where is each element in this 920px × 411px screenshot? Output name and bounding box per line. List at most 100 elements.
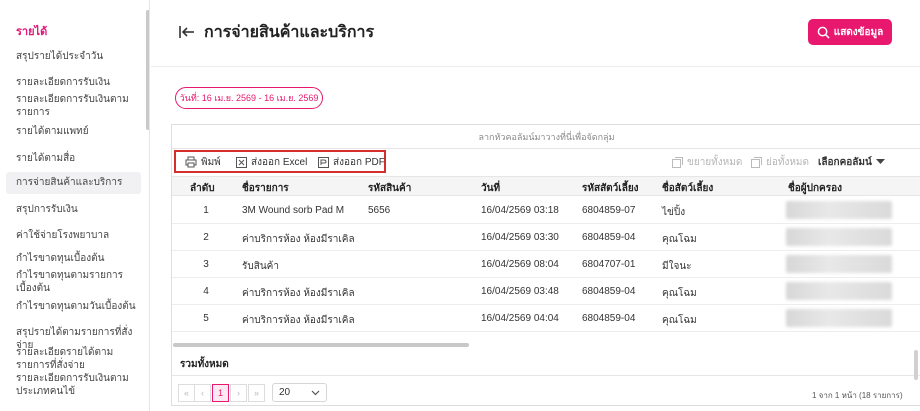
redacted-owner-name bbox=[786, 309, 892, 327]
redacted-owner-name bbox=[786, 282, 892, 300]
expand-all-button[interactable]: ขยายทั้งหมด bbox=[672, 155, 742, 169]
current-page-button[interactable]: 1 bbox=[212, 384, 229, 402]
date-range-chip[interactable]: วันที่: 16 เม.ย. 2569 - 16 เม.ย. 2569 bbox=[175, 87, 323, 109]
print-label: พิมพ์ bbox=[201, 156, 221, 168]
choose-columns-button[interactable]: เลือกคอลัมน์ bbox=[818, 155, 885, 169]
cell-pet-id: 6804859-07 bbox=[582, 205, 636, 216]
collapse-all-label: ย่อทั้งหมด bbox=[766, 156, 810, 168]
expand-all-label: ขยายทั้งหมด bbox=[687, 156, 743, 168]
cell-no: 5 bbox=[203, 313, 209, 324]
page-title: การจ่ายสินค้าและบริการ bbox=[204, 24, 375, 41]
table-row[interactable]: 3 รับสินค้า 16/04/2569 08:04 6804707-01 … bbox=[172, 251, 920, 278]
sidebar-item-payment-summary[interactable]: สรุปการรับเงิน bbox=[16, 203, 142, 216]
cell-item-name: รับสินค้า bbox=[242, 261, 279, 272]
summary-label: รวมทั้งหมด bbox=[180, 359, 229, 370]
data-grid: ลากหัวคอลัมน์มาวางที่นี่เพื่อจัดกลุ่ม พิ… bbox=[171, 124, 920, 406]
back-arrow-icon[interactable] bbox=[178, 23, 196, 41]
cell-pet-name: คุณโฉม bbox=[662, 315, 697, 326]
prev-page-button[interactable]: ‹ bbox=[194, 384, 211, 402]
cell-item-name: 3M Wound sorb Pad M bbox=[242, 205, 345, 216]
show-data-label: แสดงข้อมูล bbox=[833, 26, 884, 38]
cell-date: 16/04/2569 03:18 bbox=[481, 205, 559, 216]
cell-product-code: 5656 bbox=[368, 205, 391, 216]
cell-item-name: ค่าบริการห้อง ห้องมีราเคิล bbox=[242, 234, 355, 245]
sidebar-item-income-by-media[interactable]: รายได้ตามสื่อ bbox=[16, 152, 142, 165]
column-header-date[interactable]: วันที่ bbox=[481, 181, 500, 196]
last-page-button[interactable]: » bbox=[248, 384, 265, 402]
redacted-owner-name bbox=[786, 255, 892, 273]
pdf-file-icon bbox=[318, 156, 329, 168]
collapse-icon bbox=[751, 156, 762, 168]
choose-columns-label: เลือกคอลัมน์ bbox=[818, 156, 872, 168]
first-page-button[interactable]: « bbox=[178, 384, 195, 402]
export-pdf-button[interactable]: ส่งออก PDF bbox=[318, 155, 385, 169]
header-divider bbox=[151, 66, 920, 67]
sidebar-item-profit-loss-by-day[interactable]: กำไรขาดทุนตามวันเบื้องต้น bbox=[16, 300, 142, 313]
column-header-product-code[interactable]: รหัสสินค้า bbox=[368, 181, 411, 196]
expand-icon bbox=[672, 156, 683, 168]
redacted-owner-name bbox=[786, 228, 892, 246]
page-size-value: 20 bbox=[279, 387, 291, 398]
column-header-row: ลำดับ ชื่อรายการ รหัสสินค้า วันที่ รหัสส… bbox=[172, 176, 920, 196]
show-data-button[interactable]: แสดงข้อมูล bbox=[808, 19, 892, 45]
page-info-text: 1 จาก 1 หน้า (18 รายการ) bbox=[812, 391, 903, 400]
cell-pet-name: มีใจนะ bbox=[662, 261, 692, 272]
cell-pet-id: 6804707-01 bbox=[582, 259, 636, 270]
table-row[interactable]: 1 3M Wound sorb Pad M 5656 16/04/2569 03… bbox=[172, 197, 920, 224]
column-header-item-name[interactable]: ชื่อรายการ bbox=[242, 181, 289, 196]
column-header-pet-id[interactable]: รหัสสัตว์เลี้ยง bbox=[582, 181, 639, 196]
sidebar-item-basic-profit-loss[interactable]: กำไรขาดทุนเบื้องต้น bbox=[16, 252, 142, 265]
sidebar-section-title: รายได้ bbox=[16, 26, 48, 38]
export-pdf-label: ส่งออก PDF bbox=[333, 156, 385, 168]
cell-pet-name: คุณโฉม bbox=[662, 234, 697, 245]
cell-pet-name: คุณโฉม bbox=[662, 288, 697, 299]
search-icon bbox=[817, 26, 830, 39]
group-by-drop-area[interactable]: ลากหัวคอลัมน์มาวางที่นี่เพื่อจัดกลุ่ม bbox=[172, 125, 920, 149]
next-page-button[interactable]: › bbox=[230, 384, 247, 402]
column-header-owner-name[interactable]: ชื่อผู้ปกครอง bbox=[788, 181, 842, 196]
cell-pet-name: ไข่ปิ้ง bbox=[662, 207, 686, 218]
table-row[interactable]: 4 ค่าบริการห้อง ห้องมีราเคิล 16/04/2569 … bbox=[172, 278, 920, 305]
page-scrollbar[interactable] bbox=[914, 350, 918, 380]
sidebar-item-daily-income-summary[interactable]: สรุปรายได้ประจำวัน bbox=[16, 50, 142, 63]
column-header-no[interactable]: ลำดับ bbox=[190, 181, 215, 196]
excel-file-icon bbox=[236, 156, 247, 168]
print-button[interactable]: พิมพ์ bbox=[185, 155, 221, 169]
collapse-all-button[interactable]: ย่อทั้งหมด bbox=[751, 155, 809, 169]
caret-down-icon bbox=[875, 159, 885, 164]
cell-pet-id: 6804859-04 bbox=[582, 286, 636, 297]
sidebar-item-payment-details[interactable]: รายละเอียดการรับเงิน bbox=[16, 76, 142, 89]
chevron-down-icon bbox=[311, 390, 320, 396]
cell-pet-id: 6804859-04 bbox=[582, 313, 636, 324]
cell-no: 2 bbox=[203, 232, 209, 243]
page-size-select[interactable]: 20 bbox=[272, 383, 327, 402]
cell-date: 16/04/2569 03:30 bbox=[481, 232, 559, 243]
cell-date: 16/04/2569 08:04 bbox=[481, 259, 559, 270]
column-header-pet-name[interactable]: ชื่อสัตว์เลี้ยง bbox=[662, 181, 713, 196]
export-excel-label: ส่งออก Excel bbox=[251, 156, 308, 168]
cell-date: 16/04/2569 04:04 bbox=[481, 313, 559, 324]
horizontal-scrollbar[interactable] bbox=[173, 343, 469, 347]
pagination-bar: « ‹ 1 › » 20 1 จาก 1 หน้า (18 รายการ) bbox=[172, 375, 920, 407]
cell-no: 3 bbox=[203, 259, 209, 270]
sidebar-item-income-details-by-order[interactable]: รายละเอียดรายได้ตามรายการที่สั่งจ่าย bbox=[16, 346, 142, 372]
redacted-owner-name bbox=[786, 201, 892, 219]
sidebar-item-product-service-dispense[interactable]: การจ่ายสินค้าและบริการ bbox=[6, 172, 141, 194]
cell-item-name: ค่าบริการห้อง ห้องมีราเคิล bbox=[242, 288, 355, 299]
sidebar: รายได้ สรุปรายได้ประจำวัน รายละเอียดการร… bbox=[0, 0, 150, 411]
sidebar-item-income-by-doctor[interactable]: รายได้ตามแพทย์ bbox=[16, 125, 142, 138]
printer-icon bbox=[185, 156, 197, 168]
table-row[interactable]: 2 ค่าบริการห้อง ห้องมีราเคิล 16/04/2569 … bbox=[172, 224, 920, 251]
sidebar-item-hospital-expenses[interactable]: ค่าใช้จ่ายโรงพยาบาล bbox=[16, 229, 142, 242]
sidebar-item-payment-by-patient-type[interactable]: รายละเอียดการรับเงินตามประเภทคนไข้ bbox=[16, 372, 142, 398]
cell-pet-id: 6804859-04 bbox=[582, 232, 636, 243]
table-row[interactable]: 5 ค่าบริการห้อง ห้องมีราเคิล 16/04/2569 … bbox=[172, 305, 920, 332]
cell-item-name: ค่าบริการห้อง ห้องมีราเคิล bbox=[242, 315, 355, 326]
sidebar-item-payment-details-by-item[interactable]: รายละเอียดการรับเงินตามรายการ bbox=[16, 93, 142, 119]
cell-date: 16/04/2569 03:48 bbox=[481, 286, 559, 297]
sidebar-item-profit-loss-by-item[interactable]: กำไรขาดทุนตามรายการเบื้องต้น bbox=[16, 269, 142, 295]
export-excel-button[interactable]: ส่งออก Excel bbox=[236, 155, 307, 169]
sidebar-scrollbar[interactable] bbox=[146, 10, 149, 130]
cell-no: 1 bbox=[203, 205, 209, 216]
cell-no: 4 bbox=[203, 286, 209, 297]
